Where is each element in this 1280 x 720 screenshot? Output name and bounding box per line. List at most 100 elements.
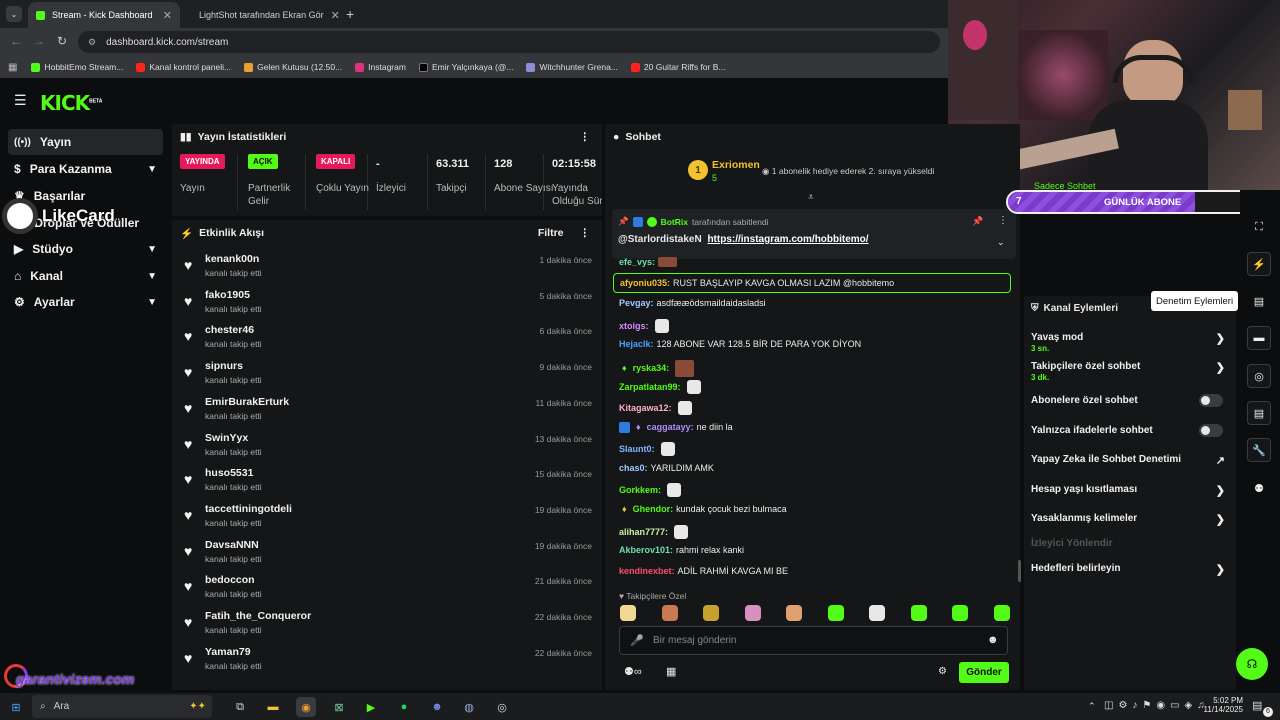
chrome-icon[interactable]: ◉	[296, 697, 316, 717]
kick-app-icon[interactable]: ▶	[361, 697, 381, 717]
emoji-icon[interactable]: ☻	[987, 634, 999, 646]
channel-action-item[interactable]: Hesap yaşı kısıtlaması ❯	[1031, 484, 1231, 497]
chat-username[interactable]: Zarpatlatan99:	[619, 382, 681, 392]
sidebar-item-studyo[interactable]: ▶ Stüdyo ▼	[8, 236, 163, 262]
close-icon[interactable]: ✕	[163, 9, 172, 22]
emote-icon[interactable]	[786, 605, 802, 621]
forward-icon[interactable]: →	[33, 34, 45, 48]
fullscreen-icon[interactable]: ⛶	[1247, 215, 1271, 239]
activity-username[interactable]: bedoccon	[205, 574, 255, 586]
sidebar-item-ayarlar[interactable]: ⚙ Ayarlar ▼	[8, 289, 163, 315]
lightning-icon[interactable]: ⚡	[1247, 252, 1271, 276]
emote-icon[interactable]	[744, 605, 761, 621]
channel-action-item[interactable]: Yapay Zeka ile Sohbet Denetimi ↗	[1031, 454, 1231, 467]
chat-username[interactable]: Slaunt0:	[619, 444, 655, 454]
xbox-icon[interactable]: ⊠	[329, 697, 349, 717]
bookmark-item[interactable]: Emir Yalçınkaya (@...	[418, 62, 513, 72]
chat-username[interactable]: Ghendor:	[633, 504, 674, 514]
activity-username[interactable]: chester46	[205, 324, 254, 336]
activity-username[interactable]: EmirBurakErturk	[205, 396, 289, 408]
top-user-name[interactable]: Exriomen	[712, 159, 760, 171]
chat-username[interactable]: Pevgay:	[619, 298, 654, 308]
sidebar-item-para-kazanma[interactable]: $ Para Kazanma ▼	[8, 156, 163, 182]
emote-icon[interactable]	[661, 605, 678, 621]
tab-kick-dashboard[interactable]: Stream - Kick Dashboard ✕	[28, 2, 180, 28]
chat-username[interactable]: Hejaclk:	[619, 339, 654, 349]
microphone-icon[interactable]: 🎤	[630, 634, 644, 647]
support-headset-icon[interactable]: ☊	[1236, 648, 1268, 680]
more-options-icon[interactable]: ⋮	[580, 227, 591, 239]
toggle-switch[interactable]	[1199, 394, 1223, 407]
system-tray-icons[interactable]: ◫⚙♪⚑◉▭◈♫	[1104, 700, 1210, 711]
pinned-link[interactable]: https://instagram.com/hobbitemo/	[707, 234, 868, 245]
filter-button[interactable]: Filtre	[538, 227, 564, 239]
channel-action-item[interactable]: Takipçilere özel sohbet 3 dk. ❯	[1031, 361, 1231, 382]
kick-logo[interactable]: KICKBETA	[40, 91, 102, 115]
send-button[interactable]: Gönder	[959, 662, 1009, 683]
activity-username[interactable]: Yaman79	[205, 646, 251, 658]
emote-icon[interactable]	[869, 605, 885, 621]
toggle-switch[interactable]	[1199, 424, 1223, 437]
chat-username[interactable]: ryska34:	[633, 363, 670, 373]
chat-username[interactable]: kendinexbet:	[619, 566, 675, 576]
tab-search-button[interactable]: ⌄	[6, 6, 22, 22]
chat-username[interactable]: caggatayy:	[647, 422, 694, 432]
task-view-icon[interactable]: ⧉	[230, 697, 250, 717]
reload-icon[interactable]: ↻	[57, 34, 67, 48]
scrollbar-handle[interactable]	[1018, 560, 1021, 582]
chat-icon[interactable]: ▬	[1247, 326, 1271, 350]
activity-username[interactable]: Fatih_the_Conqueror	[205, 610, 311, 622]
users-icon[interactable]: ⚉	[1247, 476, 1271, 500]
notification-icon[interactable]: ▤	[1252, 699, 1262, 712]
activity-username[interactable]: huso5531	[205, 467, 253, 479]
bookmark-item[interactable]: HobbitEmo Stream...	[31, 62, 123, 72]
taskbar-search[interactable]: ⌕ Ara ✦✦	[32, 695, 212, 718]
more-options-icon[interactable]: ⋮	[998, 215, 1008, 226]
emote-icon[interactable]	[620, 605, 636, 621]
server-icon[interactable]: ▤	[1247, 401, 1271, 425]
channel-action-item[interactable]: Yasaklanmış kelimeler ❯	[1031, 513, 1231, 526]
hamburger-menu-icon[interactable]: ☰	[14, 92, 27, 109]
channel-action-item[interactable]: Yalnızca ifadelerle sohbet	[1031, 424, 1231, 437]
chevron-down-icon[interactable]: ⌄	[997, 237, 1005, 248]
tray-chevron-icon[interactable]: ⌃	[1088, 701, 1096, 712]
collapse-icon[interactable]: ⩡	[808, 192, 814, 203]
activity-username[interactable]: sipnurs	[205, 360, 243, 372]
activity-username[interactable]: fako1905	[205, 289, 250, 301]
emote-icon[interactable]	[993, 605, 1010, 621]
chat-username[interactable]: xtoigs:	[619, 321, 649, 331]
chat-username[interactable]: Akberov101:	[619, 545, 673, 555]
spotify-icon[interactable]: ●	[394, 697, 414, 717]
sidebar-item-yayin[interactable]: ((•)) Yayın	[8, 129, 163, 155]
chat-input[interactable]: 🎤 Bir mesaj gönderin ☻	[619, 626, 1008, 655]
chat-settings-icon[interactable]: ⚙	[938, 666, 947, 677]
tab-lightshot[interactable]: LightShot tarafından Ekran Gör ✕	[184, 2, 340, 28]
channel-action-item[interactable]: Abonelere özel sohbet	[1031, 394, 1231, 407]
back-icon[interactable]: ←	[10, 34, 22, 48]
chat-users-icon[interactable]: ⚉∞	[624, 665, 642, 678]
unpin-icon[interactable]: 📌	[972, 216, 983, 227]
file-explorer-icon[interactable]: ▬	[263, 697, 283, 717]
activity-username[interactable]: DavsaNNN	[205, 539, 259, 551]
activity-username[interactable]: taccettiningotdeli	[205, 503, 292, 515]
close-icon[interactable]: ✕	[331, 9, 340, 22]
site-info-icon[interactable]: ⚙	[88, 37, 96, 48]
bookmark-item[interactable]: 20 Guitar Riffs for B...	[630, 62, 725, 72]
bookmark-item[interactable]: Kanal kontrol paneli...	[136, 62, 231, 72]
activity-username[interactable]: kenank00n	[205, 253, 259, 265]
chat-username[interactable]: chas0:	[619, 463, 648, 473]
taskbar-clock[interactable]: 5:02 PM 11/14/2025	[1203, 696, 1243, 714]
bookmark-item[interactable]: Witchhunter Grena...	[526, 62, 618, 72]
chat-username[interactable]: alihan7777:	[619, 527, 668, 537]
channel-action-item[interactable]: Yavaş mod 3 sn. ❯	[1031, 332, 1231, 353]
bookmark-item[interactable]: Instagram	[355, 62, 406, 72]
chat-username[interactable]: Gorkkem:	[619, 485, 661, 495]
emote-icon[interactable]	[910, 605, 927, 621]
channel-action-item[interactable]: Hedefleri belirleyin ❯	[1031, 563, 1231, 576]
windows-start-icon[interactable]: ⊞	[6, 697, 26, 717]
new-tab-button[interactable]: +	[346, 6, 354, 22]
discord-icon[interactable]: ☻	[427, 697, 447, 717]
steam-icon[interactable]: ◍	[459, 697, 479, 717]
apps-grid-icon[interactable]: ▦	[8, 62, 17, 73]
obs-icon[interactable]: ◎	[492, 697, 512, 717]
